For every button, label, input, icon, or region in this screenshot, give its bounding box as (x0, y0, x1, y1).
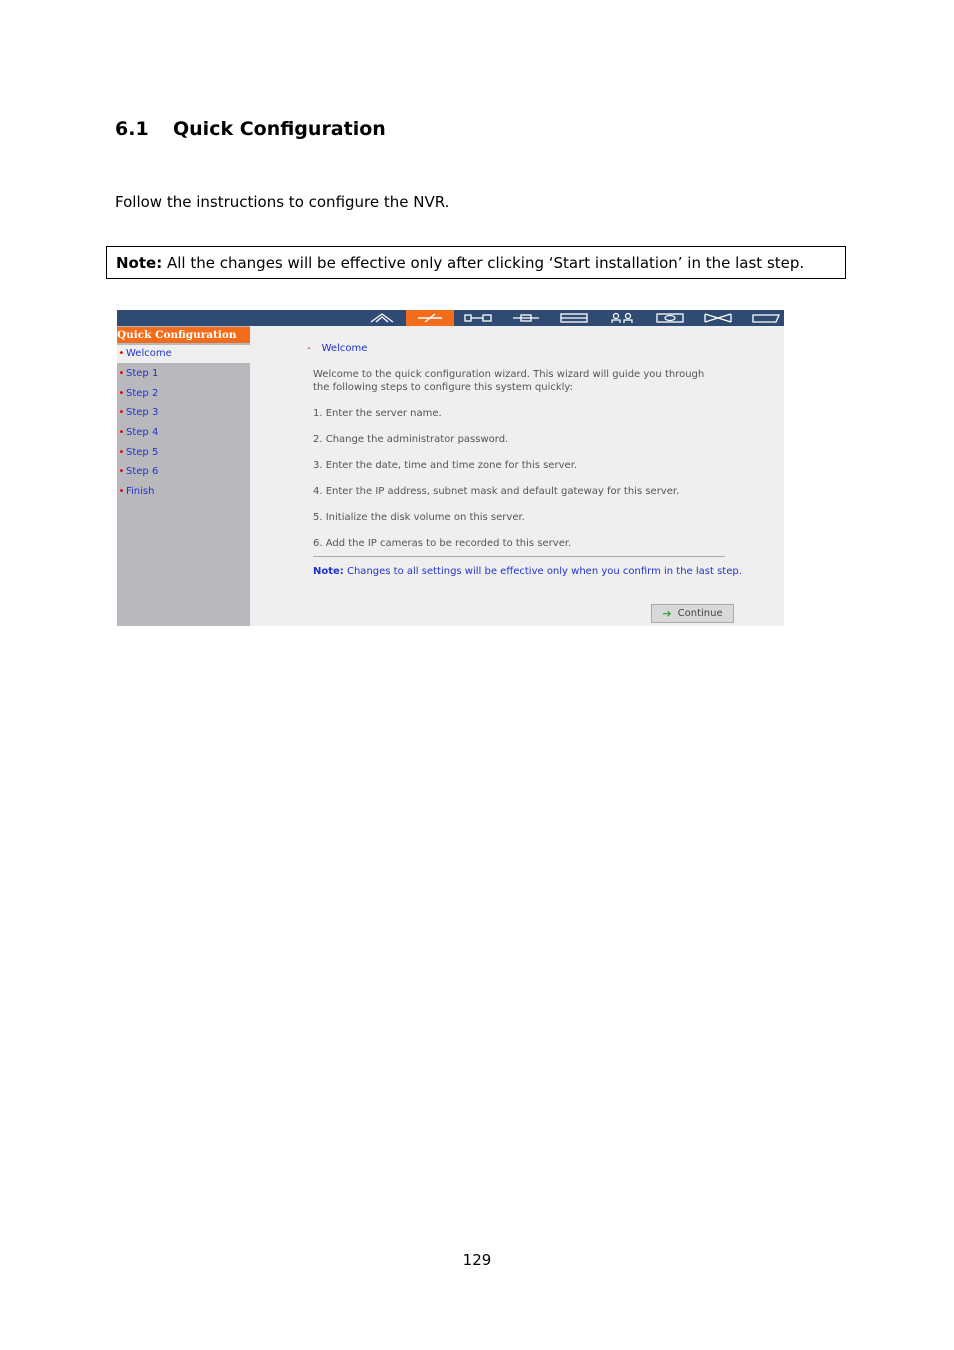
system-icon[interactable] (454, 310, 502, 326)
section-number: 6.1 (115, 118, 149, 140)
welcome-intro: Welcome to the quick configuration wizar… (313, 369, 705, 393)
network-icon[interactable] (502, 310, 550, 326)
logs-icon[interactable] (742, 310, 790, 326)
sidebar-item-step-3[interactable]: • Step 3 (117, 404, 250, 422)
bullet-icon: • (118, 407, 125, 418)
section-heading: 6.1 Quick Configuration (115, 118, 386, 140)
quick-config-icon[interactable] (406, 310, 454, 326)
sidebar-item-finish[interactable]: • Finish (117, 483, 250, 501)
camera-icon[interactable] (646, 310, 694, 326)
note-label: Note: (116, 254, 163, 272)
bullet-icon: • (118, 486, 125, 497)
step-line-6: 6. Add the IP cameras to be recorded to … (313, 538, 572, 549)
home-icon[interactable] (358, 310, 406, 326)
continue-button[interactable]: ➔ Continue (651, 604, 734, 623)
content-title-text: Welcome (321, 343, 368, 354)
page-number: 129 (462, 1251, 492, 1269)
bullet-icon: • (118, 427, 125, 438)
sidebar-item-step-2[interactable]: • Step 2 (117, 385, 250, 403)
content-note-label: Note: (313, 566, 344, 577)
bullet-icon: • (118, 447, 125, 458)
content-note: Note: Changes to all settings will be ef… (313, 566, 742, 577)
content-title: - Welcome (307, 343, 367, 354)
step-line-2: 2. Change the administrator password. (313, 434, 509, 445)
step-line-4: 4. Enter the IP address, subnet mask and… (313, 486, 680, 497)
continue-label: Continue (677, 608, 723, 619)
step-line-5: 5. Initialize the disk volume on this se… (313, 512, 525, 523)
sidebar-item-step-5[interactable]: • Step 5 (117, 444, 250, 462)
bullet-icon: • (118, 388, 125, 399)
sidebar-item-step-1[interactable]: • Step 1 (117, 365, 250, 383)
content-note-text: Changes to all settings will be effectiv… (343, 566, 742, 577)
title-dash: - (307, 343, 311, 354)
disk-icon[interactable] (550, 310, 598, 326)
nvr-screenshot: Quick Configuration • Welcome • Step 1 • St… (117, 310, 784, 626)
note-box: Note: All the changes will be effective … (106, 246, 846, 279)
intro-text: Follow the instructions to configure the… (115, 193, 450, 211)
content-divider (313, 556, 725, 557)
arrow-right-icon: ➔ (662, 607, 672, 620)
sidebar-title: Quick Configuration (117, 327, 250, 343)
section-title: Quick Configuration (173, 118, 386, 140)
sidebar-item-step-4[interactable]: • Step 4 (117, 424, 250, 442)
bullet-icon: • (118, 368, 125, 379)
bullet-icon: • (118, 466, 125, 477)
users-icon[interactable] (598, 310, 646, 326)
sidebar-item-welcome[interactable]: • Welcome (117, 345, 250, 363)
sidebar-item-step-6[interactable]: • Step 6 (117, 463, 250, 481)
step-line-3: 3. Enter the date, time and time zone fo… (313, 460, 578, 471)
bandwidth-icon[interactable] (694, 310, 742, 326)
top-nav-bar (117, 310, 784, 326)
sidebar: Quick Configuration • Welcome • Step 1 • St… (117, 326, 250, 626)
step-line-1: 1. Enter the server name. (313, 408, 442, 419)
note-text: All the changes will be effective only a… (162, 254, 805, 272)
bullet-icon: • (118, 348, 125, 359)
